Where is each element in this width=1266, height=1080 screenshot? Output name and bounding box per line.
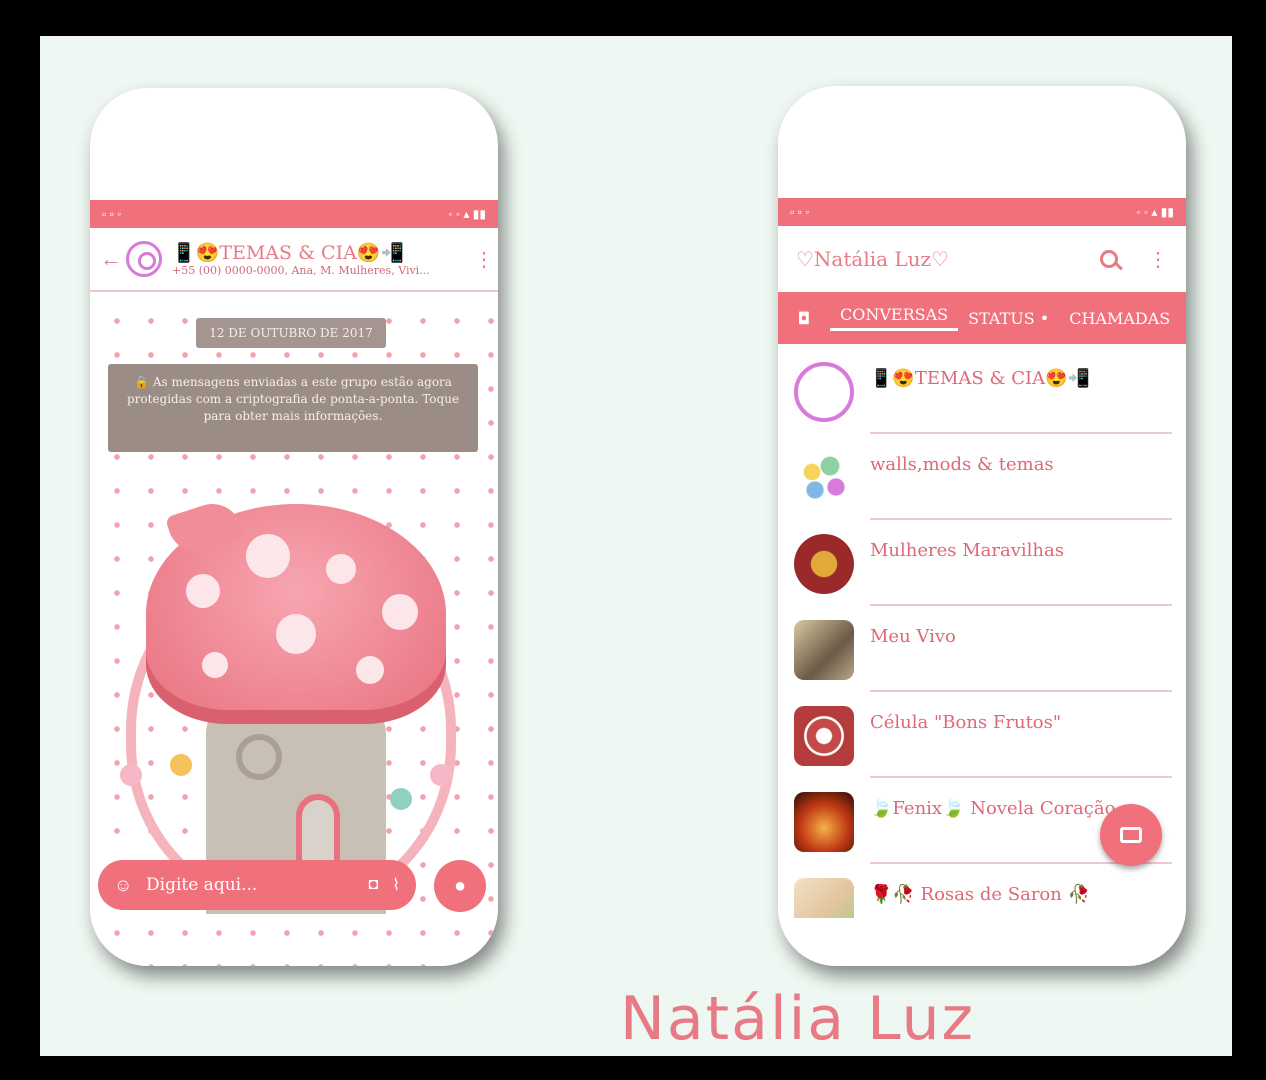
whatsapp-logo-icon[interactable] [126,241,162,277]
chat-participants: +55 (00) 0000-0000, Ana, M. Mulheres, Vi… [172,264,430,277]
emoji-icon[interactable]: ☺ [114,875,136,896]
chat-name: Meu Vivo [870,626,956,647]
app-header: ♡Natália Luz♡ ⋮ [778,226,1186,292]
microphone-button[interactable]: ● [434,860,486,912]
list-item[interactable]: Meu Vivo [778,606,1186,692]
photo-avatar [794,620,854,680]
chat-title: 📱😍TEMAS & CIA😍📲 [172,242,405,264]
message-input[interactable]: Digite aqui... [146,875,361,895]
round-window [236,734,282,780]
kebab-menu-icon[interactable]: ⋮ [474,247,494,272]
status-right-icons: ◦ ◦ ▴ ▮▮ [1136,205,1174,219]
showcase-canvas: ▫ ▫ ◦ ◦ ◦ ▴ ▮▮ ← 📱😍TEMAS & CIA😍📲 +55 (00… [40,36,1232,1056]
app-title: ♡Natália Luz♡ [796,247,950,271]
cap-dot [186,574,220,608]
attach-clip-icon[interactable]: ⌇ [392,875,400,895]
tab-chamadas[interactable]: CHAMADAS [1059,309,1180,328]
cell-logo-avatar [794,706,854,766]
status-bar: ▫ ▫ ◦ ◦ ◦ ▴ ▮▮ [778,198,1186,226]
status-bar: ▫ ▫ ◦ ◦ ◦ ▴ ▮▮ [90,200,498,228]
phone-chat-list-view: ▫ ▫ ◦ ◦ ◦ ▴ ▮▮ ♡Natália Luz♡ ⋮ ◘ CONVERS… [778,86,1186,966]
cap-dot [246,534,290,578]
list-item[interactable]: Célula "Bons Frutos" [778,692,1186,778]
camera-icon[interactable]: ◘ [369,876,379,894]
chat-name: Célula "Bons Frutos" [870,712,1062,733]
flower [430,764,452,786]
flower [390,788,412,810]
status-left-icons: ▫ ▫ ◦ [102,207,122,221]
status-left-icons: ▫ ▫ ◦ [790,205,810,219]
flowers-avatar [794,448,854,508]
chat-name: 📱😍TEMAS & CIA😍📲 [870,368,1090,389]
list-item[interactable]: Mulheres Maravilhas [778,520,1186,606]
list-item[interactable]: walls,mods & temas [778,434,1186,520]
status-right-icons: ◦ ◦ ▴ ▮▮ [448,207,486,221]
list-item[interactable]: 🌹🥀 Rosas de Saron 🥀 [778,864,1186,918]
cap-dot [202,652,228,678]
chat-title-block[interactable]: 📱😍TEMAS & CIA😍📲 +55 (00) 0000-0000, Ana,… [172,241,474,277]
list-item[interactable]: 📱😍TEMAS & CIA😍📲 [778,348,1186,434]
tab-status[interactable]: STATUS • [958,309,1059,328]
back-arrow-icon[interactable]: ← [100,246,122,272]
camera-tab-icon[interactable]: ◘ [778,309,830,328]
whatsapp-logo-icon [794,362,854,422]
tab-bar: ◘ CONVERSAS STATUS • CHAMADAS [778,292,1186,344]
encryption-notice[interactable]: 🔒 As mensagens enviadas a este grupo est… [108,364,478,452]
new-chat-icon [1120,827,1142,843]
roses-photo-avatar [794,878,854,918]
cap-dot [326,554,356,584]
chat-name: Mulheres Maravilhas [870,540,1064,561]
chat-name: walls,mods & temas [870,454,1054,475]
fire-photo-avatar [794,792,854,852]
kebab-menu-icon[interactable]: ⋮ [1148,247,1168,272]
author-signature: Natália Luz [620,984,976,1054]
chat-header: ← 📱😍TEMAS & CIA😍📲 +55 (00) 0000-0000, An… [90,228,498,292]
cap-dot [382,594,418,630]
phone-chat-view: ▫ ▫ ◦ ◦ ◦ ▴ ▮▮ ← 📱😍TEMAS & CIA😍📲 +55 (00… [90,88,498,966]
date-divider: 12 DE OUTUBRO DE 2017 [196,318,386,348]
message-composer[interactable]: ☺ Digite aqui... ◘ ⌇ [98,860,416,910]
flower [120,764,142,786]
new-chat-button[interactable] [1100,804,1162,866]
chat-wallpaper: 12 DE OUTUBRO DE 2017 🔒 As mensagens env… [90,294,498,966]
search-icon[interactable] [1100,250,1118,268]
cap-dot [276,614,316,654]
cap-dot [356,656,384,684]
wonder-woman-logo-avatar [794,534,854,594]
chat-name: 🌹🥀 Rosas de Saron 🥀 [870,884,1090,905]
microphone-icon: ● [453,874,467,897]
tab-conversas[interactable]: CONVERSAS [830,305,959,331]
flower [170,754,192,776]
